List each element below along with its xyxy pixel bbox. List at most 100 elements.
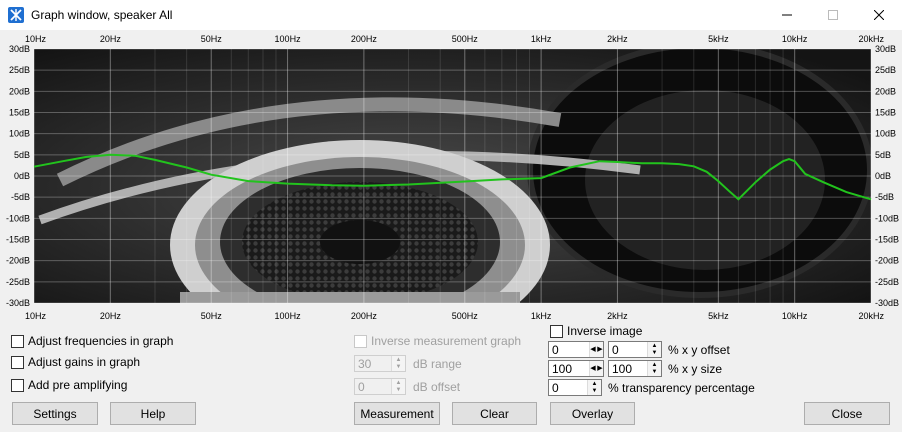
checkbox-box: [354, 334, 367, 348]
app-logo-icon: [8, 7, 24, 23]
spinner-arrows-icon[interactable]: ▲ ▼: [647, 361, 661, 376]
size-y-value: 100: [612, 362, 633, 376]
y-tick-label-left: -25dB: [6, 277, 30, 287]
close-window-button[interactable]: [856, 0, 902, 30]
spinner-left-right-icon[interactable]: ◀ ▶: [589, 342, 603, 357]
y-tick-label-left: 5dB: [14, 150, 30, 160]
x-tick-label-top: 2kHz: [607, 34, 628, 44]
y-tick-label-right: 20dB: [875, 86, 896, 96]
inverse-measurement-checkbox[interactable]: Inverse measurement graph: [354, 334, 521, 348]
settings-button[interactable]: Settings: [12, 402, 98, 425]
inverse-image-label: Inverse image: [567, 324, 643, 338]
offset-y-spinner[interactable]: 0 ▲ ▼: [608, 341, 662, 358]
y-tick-label-right: -15dB: [875, 235, 899, 245]
transparency-label: % transparency percentage: [608, 381, 755, 395]
x-tick-label-bottom: 20Hz: [100, 311, 122, 321]
add-pre-amplifying-checkbox[interactable]: Add pre amplifying: [11, 378, 127, 392]
x-tick-label-bottom: 500Hz: [452, 311, 479, 321]
adjust-gains-checkbox[interactable]: Adjust gains in graph: [11, 355, 140, 369]
spinner-left-right-icon[interactable]: ◀ ▶: [589, 361, 603, 376]
y-tick-label-left: -20dB: [6, 256, 30, 266]
x-tick-label-top: 200Hz: [351, 34, 378, 44]
x-tick-label-bottom: 50Hz: [201, 311, 223, 321]
x-tick-label-bottom: 20kHz: [858, 311, 884, 321]
minimize-button[interactable]: [764, 0, 810, 30]
checkbox-box: [11, 334, 24, 348]
y-tick-label-right: -30dB: [875, 298, 899, 308]
size-x-value: 100: [552, 362, 573, 376]
window-title: Graph window, speaker All: [31, 8, 173, 22]
y-tick-label-right: -5dB: [875, 192, 894, 202]
x-tick-label-top: 500Hz: [452, 34, 479, 44]
spinner-arrows-icon[interactable]: ▲ ▼: [391, 356, 405, 371]
adjust-frequencies-label: Adjust frequencies in graph: [28, 334, 174, 348]
x-tick-label-top: 1kHz: [531, 34, 552, 44]
x-tick-label-top: 10Hz: [25, 34, 47, 44]
checkbox-box: [11, 355, 24, 369]
offset-label: % x y offset: [668, 343, 730, 357]
y-tick-label-left: 15dB: [9, 108, 30, 118]
inverse-measurement-label: Inverse measurement graph: [371, 334, 522, 348]
minimize-icon: [782, 14, 792, 16]
spinner-arrows-icon[interactable]: ▲ ▼: [391, 379, 405, 394]
checkbox-box: [550, 324, 563, 338]
y-tick-label-left: 30dB: [9, 44, 30, 54]
x-tick-label-bottom: 5kHz: [708, 311, 729, 321]
transparency-spinner[interactable]: 0 ▲ ▼: [548, 379, 602, 396]
offset-x-value: 0: [552, 343, 559, 357]
y-tick-label-right: 0dB: [875, 171, 891, 181]
y-tick-label-left: 25dB: [9, 65, 30, 75]
y-tick-label-right: 15dB: [875, 108, 896, 118]
y-tick-label-left: 0dB: [14, 171, 30, 181]
frequency-response-chart: 10Hz 10Hz 20Hz 20Hz 50Hz 50Hz 100Hz 100Hz 200Hz 2…: [6, 34, 899, 321]
y-tick-label-right: -20dB: [875, 256, 899, 266]
adjust-frequencies-checkbox[interactable]: Adjust frequencies in graph: [11, 334, 173, 348]
x-tick-label-bottom: 200Hz: [351, 311, 378, 321]
frequency-graph[interactable]: 10Hz 10Hz 20Hz 20Hz 50Hz 50Hz 100Hz 100Hz 200Hz 2…: [0, 30, 902, 321]
x-tick-label-bottom: 100Hz: [275, 311, 302, 321]
x-tick-label-bottom: 10Hz: [25, 311, 47, 321]
maximize-button[interactable]: [810, 0, 856, 30]
x-tick-label-top: 20Hz: [100, 34, 122, 44]
y-tick-label-left: -10dB: [6, 213, 30, 223]
x-tick-label-top: 5kHz: [708, 34, 729, 44]
y-tick-label-right: 25dB: [875, 65, 896, 75]
close-button[interactable]: Close: [804, 402, 890, 425]
x-tick-label-bottom: 2kHz: [607, 311, 628, 321]
spinner-arrows-icon[interactable]: ▲ ▼: [647, 342, 661, 357]
y-tick-label-right: 30dB: [875, 44, 896, 54]
overlay-button[interactable]: Overlay: [550, 402, 635, 425]
size-x-spinner[interactable]: 100 ◀ ▶: [548, 360, 604, 377]
size-label: % x y size: [668, 362, 723, 376]
help-button[interactable]: Help: [110, 402, 196, 425]
db-range-value: 30: [358, 357, 372, 371]
y-tick-label-left: 10dB: [9, 129, 30, 139]
adjust-gains-label: Adjust gains in graph: [28, 355, 141, 369]
y-tick-label-left: -5dB: [11, 192, 30, 202]
db-offset-label: dB offset: [413, 380, 461, 394]
add-pre-amplifying-label: Add pre amplifying: [28, 378, 128, 392]
maximize-icon: [828, 10, 838, 20]
y-tick-label-left: 20dB: [9, 86, 30, 96]
x-tick-label-top: 50Hz: [201, 34, 223, 44]
x-tick-label-top: 10kHz: [782, 34, 808, 44]
y-tick-label-right: -10dB: [875, 213, 899, 223]
y-tick-label-right: 10dB: [875, 129, 896, 139]
y-tick-label-left: -30dB: [6, 298, 30, 308]
x-tick-label-bottom: 1kHz: [531, 311, 552, 321]
db-range-label: dB range: [413, 357, 462, 371]
clear-button[interactable]: Clear: [452, 402, 537, 425]
db-range-spinner[interactable]: 30 ▲ ▼: [354, 355, 406, 372]
db-offset-value: 0: [358, 380, 365, 394]
spinner-arrows-icon[interactable]: ▲ ▼: [587, 380, 601, 395]
transparency-value: 0: [552, 381, 559, 395]
offset-y-value: 0: [612, 343, 619, 357]
size-y-spinner[interactable]: 100 ▲ ▼: [608, 360, 662, 377]
inverse-image-checkbox[interactable]: Inverse image: [550, 324, 642, 338]
y-tick-label-right: -25dB: [875, 277, 899, 287]
offset-x-spinner[interactable]: 0 ◀ ▶: [548, 341, 604, 358]
y-tick-label-right: 5dB: [875, 150, 891, 160]
db-offset-spinner[interactable]: 0 ▲ ▼: [354, 378, 406, 395]
y-tick-label-left: -15dB: [6, 235, 30, 245]
measurement-button[interactable]: Measurement: [354, 402, 440, 425]
